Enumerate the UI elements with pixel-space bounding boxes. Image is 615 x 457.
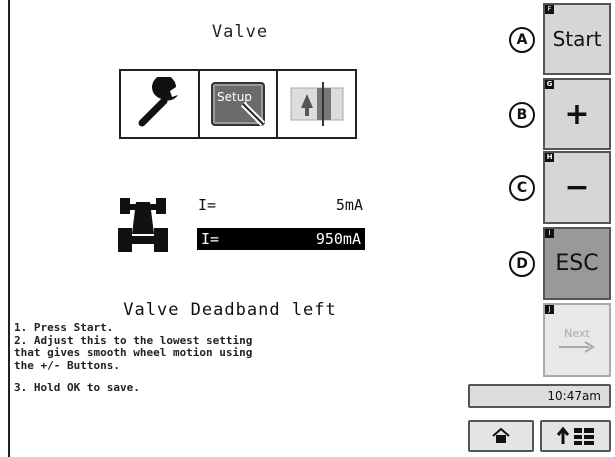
arrow-right-icon <box>559 340 595 353</box>
next-label: Next <box>564 326 590 340</box>
menu-icon <box>556 426 594 445</box>
setpoint-value: 950mA <box>315 230 361 248</box>
current-label: I= <box>198 196 217 214</box>
menu-button[interactable] <box>540 420 611 452</box>
tab-wrench[interactable] <box>121 71 200 137</box>
screen-border <box>8 0 10 457</box>
calibration-icon <box>290 82 344 126</box>
key-letter: I <box>545 229 554 238</box>
home-button[interactable] <box>468 420 534 452</box>
key-letter: F <box>545 5 554 14</box>
softkey-b-indicator: B <box>509 102 535 128</box>
clock-display: 10:47am <box>468 384 611 408</box>
plus-label: + <box>564 96 590 132</box>
instructions-text: 1. Press Start. 2. Adjust this to the lo… <box>14 321 253 395</box>
esc-label: ESC <box>555 251 599 276</box>
tool-tab-bar: Setup <box>119 69 357 139</box>
instruction-line: that gives smooth wheel motion using <box>14 346 253 359</box>
current-value: 5mA <box>335 196 363 214</box>
wrench-icon <box>138 77 179 127</box>
pencil-icon <box>240 101 266 127</box>
softkey-a-indicator: A <box>509 27 535 53</box>
home-icon <box>492 428 510 443</box>
start-button[interactable]: F Start <box>543 3 611 75</box>
key-letter: H <box>545 153 554 162</box>
instruction-line: 1. Press Start. <box>14 321 114 334</box>
tab-setup[interactable]: Setup <box>200 71 279 137</box>
current-readout: I= 5mA <box>198 196 363 218</box>
next-button[interactable]: J Next <box>543 303 611 377</box>
key-letter: G <box>545 80 554 89</box>
instruction-line: the +/- Buttons. <box>14 358 120 372</box>
softkey-d-indicator: D <box>509 251 535 277</box>
instruction-line: 3. Hold OK to save. <box>14 381 140 394</box>
start-label: Start <box>552 27 602 51</box>
current-setpoint-field[interactable]: I= 950mA <box>197 228 365 250</box>
esc-button[interactable]: I ESC <box>543 227 611 300</box>
key-letter: J <box>545 305 554 314</box>
minus-label: − <box>564 170 590 205</box>
decrease-button[interactable]: H − <box>543 151 611 224</box>
instructions-title: Valve Deadband left <box>123 300 337 320</box>
page-title: Valve <box>211 22 269 42</box>
tab-calibration[interactable] <box>278 71 355 137</box>
setup-icon: Setup <box>211 82 266 127</box>
increase-button[interactable]: G + <box>543 78 611 150</box>
softkey-c-indicator: C <box>509 175 535 201</box>
setpoint-label: I= <box>201 230 220 248</box>
tractor-icon <box>118 198 168 252</box>
